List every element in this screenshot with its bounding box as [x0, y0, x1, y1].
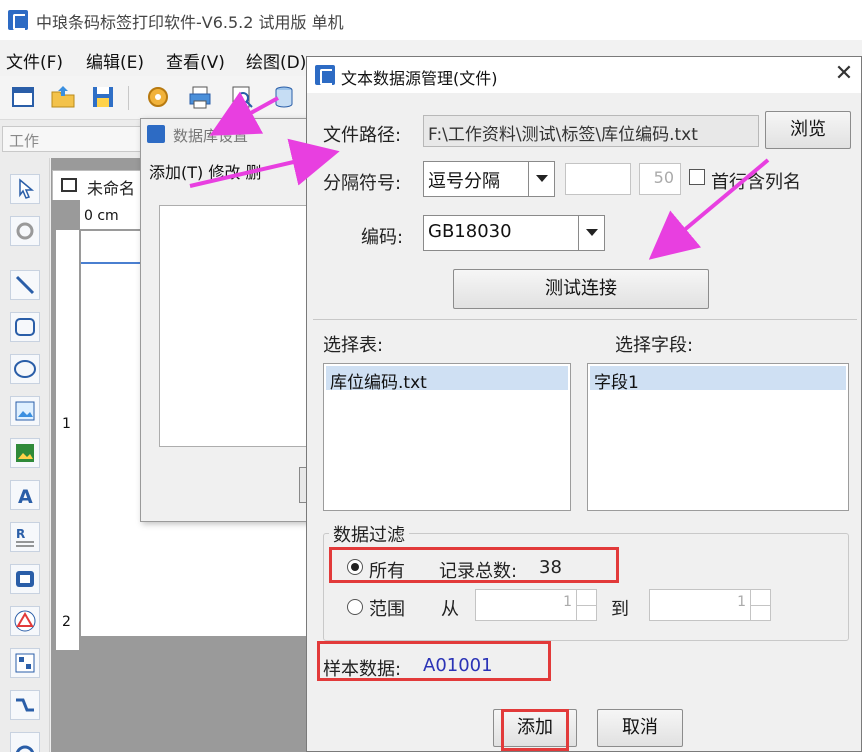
db-dialog-title: 数据库设置 [173, 127, 249, 145]
app-titlebar: 中琅条码标签打印软件-V6.5.2 试用版 单机 [0, 0, 862, 40]
menu-draw[interactable]: 绘图(D) [246, 48, 306, 73]
text-datasource-dialog: 文本数据源管理(文件) ✕ 文件路径: F:\工作资料\测试\标签\库位编码.t… [306, 56, 862, 752]
to-label: 到 [611, 599, 629, 620]
table-item-label: 库位编码.txt [330, 373, 427, 393]
delimiter-select[interactable]: 逗号分隔 [423, 161, 555, 197]
document-icon [61, 178, 77, 192]
table-listbox[interactable]: 库位编码.txt [323, 363, 571, 511]
vertical-ruler: 1 2 [56, 230, 80, 650]
picture-tool-icon[interactable] [10, 438, 40, 468]
db-connection-list[interactable] [159, 205, 319, 447]
close-icon[interactable]: ✕ [831, 61, 857, 87]
print-preview-icon[interactable] [229, 84, 255, 110]
delimiter-count-value: 50 [653, 168, 674, 187]
app-logo-icon [8, 10, 28, 30]
rectangle-tool-icon[interactable] [10, 312, 40, 342]
record-total-highlight [329, 547, 619, 583]
print-icon[interactable] [187, 84, 213, 110]
first-row-header-checkbox[interactable] [689, 169, 705, 185]
line-tool-icon[interactable] [10, 270, 40, 300]
delimiter-label: 分隔符号: [323, 173, 402, 194]
drawing-toolbar: A R [0, 158, 50, 752]
app-title: 中琅条码标签打印软件-V6.5.2 试用版 单机 [36, 13, 344, 32]
add-button-highlight [501, 709, 569, 751]
field-item-label: 字段1 [594, 373, 639, 393]
file-path-value: F:\工作资料\测试\标签\库位编码.txt [428, 125, 698, 145]
rich-text-icon[interactable]: R [10, 522, 40, 552]
filter-range-label: 范围 [369, 599, 405, 620]
barcode-tool-icon[interactable] [10, 564, 40, 594]
from-label: 从 [441, 599, 459, 620]
curve-tool-icon[interactable] [10, 690, 40, 720]
ruler-mark-1: 1 [62, 416, 71, 432]
spinner-arrows-icon[interactable] [750, 590, 770, 620]
toolbar-separator [128, 86, 129, 110]
to-spinner[interactable]: 1 [649, 589, 771, 621]
save-icon[interactable] [90, 84, 116, 110]
menu-view[interactable]: 查看(V) [166, 48, 225, 73]
svg-text:R: R [16, 527, 25, 541]
cancel-button[interactable]: 取消 [597, 709, 683, 747]
file-path-field: F:\工作资料\测试\标签\库位编码.txt [423, 115, 759, 147]
field-listbox[interactable]: 字段1 [587, 363, 849, 511]
custom-delimiter-input[interactable] [565, 163, 631, 195]
chevron-down-icon[interactable] [578, 216, 604, 250]
property-select-label: 工作 [9, 132, 40, 150]
document-tab[interactable]: 未命名 [52, 170, 152, 200]
test-connection-button[interactable]: 测试连接 [453, 269, 709, 309]
menu-edit[interactable]: 编辑(E) [86, 48, 144, 73]
svg-text:A: A [18, 486, 33, 508]
sample-data-highlight [317, 641, 551, 681]
browse-button[interactable]: 浏览 [765, 111, 851, 149]
image-edit-icon[interactable] [10, 396, 40, 426]
db-dialog-menu[interactable]: 添加(T) 修改 删 [149, 159, 261, 183]
database-icon[interactable] [271, 84, 297, 110]
qrcode-tool-icon[interactable] [10, 648, 40, 678]
file-path-label: 文件路径: [323, 125, 402, 146]
encoding-label: 编码: [361, 227, 404, 248]
first-row-header-label: 首行含列名 [711, 172, 801, 193]
rotate-icon[interactable] [10, 216, 40, 246]
to-value: 1 [737, 594, 746, 610]
triangle-tool-icon[interactable] [10, 606, 40, 636]
new-document-icon[interactable] [10, 84, 36, 110]
arc-tool-icon[interactable] [10, 732, 40, 752]
text-tool-icon[interactable]: A [10, 480, 40, 510]
list-item[interactable]: 库位编码.txt [326, 366, 568, 393]
settings-icon[interactable] [145, 84, 171, 110]
list-item[interactable]: 字段1 [590, 366, 846, 393]
spinner-arrows-icon[interactable] [576, 590, 596, 620]
filter-range-radio[interactable] [347, 599, 363, 615]
delimiter-value: 逗号分隔 [428, 171, 500, 192]
select-table-label: 选择表: [323, 335, 384, 356]
data-filter-title: 数据过滤 [329, 521, 409, 547]
section-divider [313, 319, 857, 320]
select-pointer-icon[interactable] [10, 174, 40, 204]
ruler-mark-2: 2 [62, 614, 71, 630]
open-folder-icon[interactable] [50, 84, 76, 110]
encoding-select[interactable]: GB18030 [423, 215, 605, 251]
select-field-label: 选择字段: [615, 335, 694, 356]
dialog-app-icon [315, 65, 335, 85]
from-value: 1 [563, 594, 572, 610]
menu-file[interactable]: 文件(F) [6, 48, 63, 73]
dialog-title: 文本数据源管理(文件) [341, 69, 498, 88]
encoding-value: GB18030 [428, 221, 512, 242]
delimiter-count-input[interactable]: 50 [639, 163, 681, 195]
database-settings-dialog: 数据库设置 添加(T) 修改 删 [140, 118, 319, 522]
ellipse-tool-icon[interactable] [10, 354, 40, 384]
document-tab-label: 未命名 [87, 179, 136, 198]
chevron-down-icon[interactable] [528, 162, 554, 196]
db-dialog-icon [147, 125, 165, 143]
from-spinner[interactable]: 1 [475, 589, 597, 621]
ruler-unit: 0 cm [84, 208, 119, 224]
dialog-titlebar: 文本数据源管理(文件) ✕ [307, 57, 861, 93]
